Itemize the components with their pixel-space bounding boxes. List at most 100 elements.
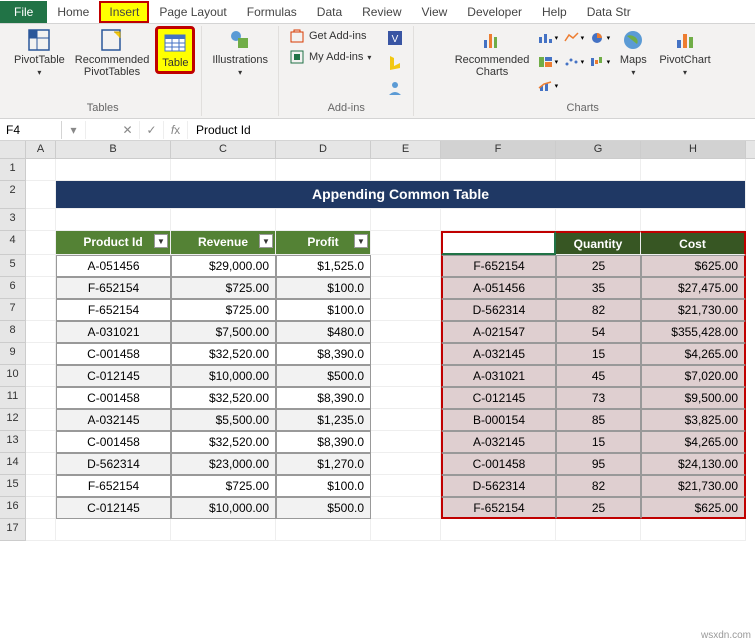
- table-cell[interactable]: $8,390.0: [276, 387, 371, 409]
- line-chart-icon[interactable]: ▾: [561, 26, 585, 50]
- table-cell[interactable]: $29,000.00: [171, 255, 276, 277]
- cell-D[interactable]: [276, 159, 371, 181]
- name-box[interactable]: F4: [0, 121, 62, 139]
- table-cell[interactable]: $100.0: [276, 475, 371, 497]
- cell-A[interactable]: [26, 209, 56, 231]
- table-cell[interactable]: C-012145: [441, 387, 556, 409]
- table-cell[interactable]: $24,130.00: [641, 453, 746, 475]
- col-header-D[interactable]: D: [276, 141, 371, 158]
- table-cell[interactable]: F-652154: [56, 475, 171, 497]
- row-header-7[interactable]: 7: [0, 299, 26, 321]
- table-cell[interactable]: C-001458: [56, 431, 171, 453]
- visio-icon[interactable]: V: [383, 26, 407, 50]
- table-cell[interactable]: A-032145: [441, 343, 556, 365]
- table-cell[interactable]: F-652154: [441, 497, 556, 519]
- cell-F[interactable]: [441, 159, 556, 181]
- table-cell[interactable]: $32,520.00: [171, 387, 276, 409]
- table-cell[interactable]: 73: [556, 387, 641, 409]
- table-cell[interactable]: $4,265.00: [641, 343, 746, 365]
- row-header-13[interactable]: 13: [0, 431, 26, 453]
- my-addins-button[interactable]: My Add-ins ▾: [285, 47, 375, 67]
- row-header-4[interactable]: 4: [0, 231, 26, 255]
- cell-D[interactable]: [276, 209, 371, 231]
- table-cell[interactable]: C-012145: [56, 365, 171, 387]
- table-cell[interactable]: $7,020.00: [641, 365, 746, 387]
- left-header-profit[interactable]: Profit▼: [276, 231, 371, 255]
- table-cell[interactable]: 54: [556, 321, 641, 343]
- table-cell[interactable]: C-012145: [56, 497, 171, 519]
- table-cell[interactable]: $10,000.00: [171, 365, 276, 387]
- pivotchart-button[interactable]: PivotChart ▾: [655, 26, 714, 79]
- table-cell[interactable]: $21,730.00: [641, 299, 746, 321]
- table-cell[interactable]: $23,000.00: [171, 453, 276, 475]
- table-cell[interactable]: $5,500.00: [171, 409, 276, 431]
- table-cell[interactable]: 25: [556, 497, 641, 519]
- table-cell[interactable]: $21,730.00: [641, 475, 746, 497]
- cell-E[interactable]: [371, 519, 441, 541]
- cell-C[interactable]: [171, 159, 276, 181]
- cell-G[interactable]: [556, 209, 641, 231]
- table-cell[interactable]: 45: [556, 365, 641, 387]
- maps-button[interactable]: Maps ▾: [613, 26, 653, 79]
- tab-review[interactable]: Review: [352, 1, 411, 23]
- col-header-H[interactable]: H: [641, 141, 746, 158]
- left-header-product[interactable]: Product Id▼: [56, 231, 171, 255]
- table-cell[interactable]: D-562314: [441, 299, 556, 321]
- col-header-G[interactable]: G: [556, 141, 641, 158]
- select-all-corner[interactable]: [0, 141, 26, 158]
- row-header-11[interactable]: 11: [0, 387, 26, 409]
- table-cell[interactable]: $7,500.00: [171, 321, 276, 343]
- table-cell[interactable]: $1,270.0: [276, 453, 371, 475]
- combo-chart-icon[interactable]: ▾: [535, 74, 559, 98]
- table-cell[interactable]: A-051456: [56, 255, 171, 277]
- table-cell[interactable]: $1,525.0: [276, 255, 371, 277]
- right-header-product[interactable]: Product Id: [441, 231, 556, 255]
- cell-H[interactable]: [641, 519, 746, 541]
- cell-H[interactable]: [641, 159, 746, 181]
- table-cell[interactable]: A-021547: [441, 321, 556, 343]
- table-cell[interactable]: F-652154: [56, 277, 171, 299]
- fx-icon[interactable]: fx: [164, 121, 188, 139]
- cell-F[interactable]: [441, 209, 556, 231]
- formula-input[interactable]: Product Id: [188, 121, 755, 139]
- column-chart-icon[interactable]: ▾: [535, 26, 559, 50]
- table-cell[interactable]: $725.00: [171, 277, 276, 299]
- row-header-8[interactable]: 8: [0, 321, 26, 343]
- name-box-dropdown[interactable]: ▾: [62, 121, 86, 139]
- table-cell[interactable]: $725.00: [171, 299, 276, 321]
- table-cell[interactable]: $100.0: [276, 277, 371, 299]
- table-cell[interactable]: D-562314: [441, 475, 556, 497]
- table-cell[interactable]: 25: [556, 255, 641, 277]
- col-header-A[interactable]: A: [26, 141, 56, 158]
- row-header-16[interactable]: 16: [0, 497, 26, 519]
- recommended-pivottables-button[interactable]: Recommended PivotTables: [71, 26, 154, 80]
- cell-F[interactable]: [441, 519, 556, 541]
- bing-icon[interactable]: [383, 51, 407, 75]
- right-header-quantity[interactable]: Quantity: [556, 231, 641, 255]
- get-addins-button[interactable]: Get Add-ins: [285, 26, 375, 46]
- table-cell[interactable]: $32,520.00: [171, 343, 276, 365]
- row-header-15[interactable]: 15: [0, 475, 26, 497]
- table-cell[interactable]: C-001458: [56, 387, 171, 409]
- col-header-B[interactable]: B: [56, 141, 171, 158]
- table-cell[interactable]: A-031021: [441, 365, 556, 387]
- table-cell[interactable]: A-031021: [56, 321, 171, 343]
- row-header-14[interactable]: 14: [0, 453, 26, 475]
- cell-B[interactable]: [56, 519, 171, 541]
- waterfall-chart-icon[interactable]: ▾: [587, 50, 611, 74]
- table-cell[interactable]: A-032145: [56, 409, 171, 431]
- tab-file[interactable]: File: [0, 1, 47, 23]
- tab-home[interactable]: Home: [47, 1, 99, 23]
- table-cell[interactable]: $1,235.0: [276, 409, 371, 431]
- col-header-E[interactable]: E: [371, 141, 441, 158]
- row-header-9[interactable]: 9: [0, 343, 26, 365]
- cell-E[interactable]: [371, 159, 441, 181]
- cell-C[interactable]: [171, 209, 276, 231]
- cell-D[interactable]: [276, 519, 371, 541]
- table-cell[interactable]: $4,265.00: [641, 431, 746, 453]
- table-cell[interactable]: $625.00: [641, 497, 746, 519]
- row-header-12[interactable]: 12: [0, 409, 26, 431]
- recommended-charts-button[interactable]: Recommended Charts: [451, 26, 534, 80]
- row-header-3[interactable]: 3: [0, 209, 26, 231]
- cell-H[interactable]: [641, 209, 746, 231]
